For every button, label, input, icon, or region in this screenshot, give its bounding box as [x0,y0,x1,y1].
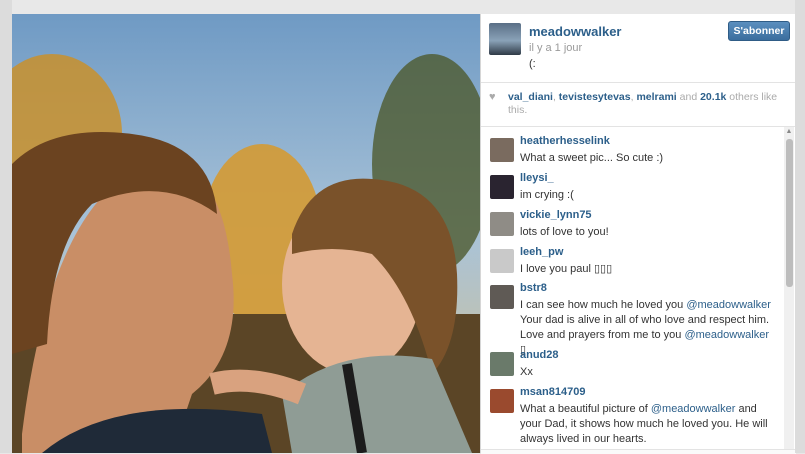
author-avatar[interactable] [489,23,521,55]
scroll-thumb[interactable] [786,139,793,287]
commenter-avatar[interactable] [490,212,514,236]
likes-section: ♥ val_diani, tevistesytevas, melrami and… [481,83,796,127]
comment-text: Xx [520,366,533,378]
comment-text: lots of love to you! [520,226,609,238]
liker-link[interactable]: melrami [636,91,676,103]
comment-text: What a beautiful picture of @meadowwalke… [520,402,778,447]
commenter-avatar[interactable] [490,285,514,309]
photo-image [12,14,480,453]
commenter-avatar[interactable] [490,352,514,376]
comment-text-part: I can see how much he loved you [520,299,687,311]
author-username[interactable]: meadowwalker [529,24,622,39]
comment-text: I can see how much he loved you @meadoww… [520,298,778,358]
commenter-username[interactable]: lleysi_ [520,172,554,184]
post-timestamp: il y a 1 jour [529,42,583,54]
likes-summary: val_diani, tevistesytevas, melrami and 2… [508,91,788,117]
comments-list: heatherhesselink What a sweet pic... So … [481,127,783,449]
post-sidebar: meadowwalker il y a 1 jour (: S'abonner … [480,14,796,454]
comments-scrollbar[interactable]: ▲ [784,127,794,449]
left-page-margin [0,0,12,453]
comment-input-bar[interactable] [481,449,796,454]
mention-link[interactable]: @meadowwalker [686,299,771,311]
commenter-username[interactable]: anud28 [520,349,559,361]
commenter-username[interactable]: msan814709 [520,386,585,398]
post-photo[interactable] [12,14,480,453]
mention-link[interactable]: @meadowwalker [651,403,736,415]
comment-text: im crying :( [520,189,574,201]
comment-text: I love you paul ▯▯▯ [520,263,613,275]
mention-link[interactable]: @meadowwalker [684,329,769,341]
likes-and: and [676,91,701,103]
right-page-margin [795,0,805,453]
post-header: meadowwalker il y a 1 jour (: S'abonner [481,14,796,83]
commenter-username[interactable]: heatherhesselink [520,135,610,147]
post-caption: (: [529,58,536,70]
heart-icon[interactable]: ♥ [489,91,496,103]
follow-button[interactable]: S'abonner [728,21,790,41]
commenter-avatar[interactable] [490,175,514,199]
commenter-avatar[interactable] [490,389,514,413]
commenter-avatar[interactable] [490,138,514,162]
scroll-up-arrow-icon[interactable]: ▲ [784,127,794,137]
commenter-username[interactable]: vickie_lynn75 [520,209,592,221]
comment-text-part: What a beautiful picture of [520,403,651,415]
liker-link[interactable]: val_diani [508,91,553,103]
comment-text: What a sweet pic... So cute :) [520,152,664,164]
liker-link[interactable]: tevistesytevas [559,91,631,103]
likes-count[interactable]: 20.1k [700,91,726,103]
commenter-username[interactable]: leeh_pw [520,246,563,258]
commenter-avatar[interactable] [490,249,514,273]
commenter-username[interactable]: bstr8 [520,282,547,294]
